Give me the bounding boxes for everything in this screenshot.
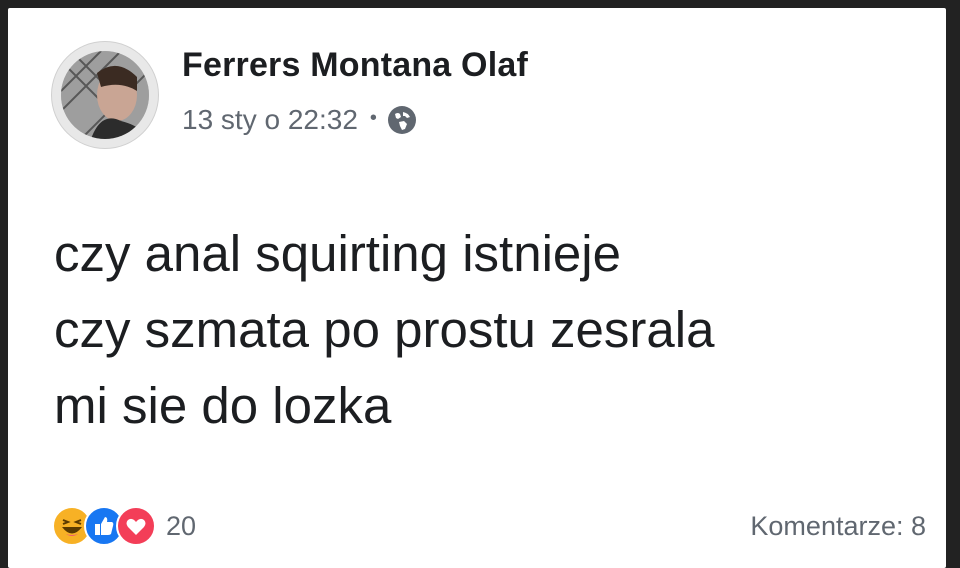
- post-text-line: czy szmata po prostu zesrala: [54, 301, 715, 358]
- post-meta: 13 sty o 22:32 •: [182, 104, 417, 136]
- love-icon: [116, 506, 156, 546]
- post-text-line: mi sie do lozka: [54, 377, 392, 434]
- avatar[interactable]: [52, 42, 158, 148]
- post-card: Ferrers Montana Olaf 13 sty o 22:32 • cz…: [8, 8, 946, 568]
- screenshot-frame: Ferrers Montana Olaf 13 sty o 22:32 • cz…: [0, 0, 960, 568]
- reaction-count: 20: [166, 510, 197, 541]
- post-body: czy anal squirting istnieje czy szmata p…: [54, 216, 934, 444]
- post-timestamp[interactable]: 13 sty o 22:32: [182, 104, 358, 136]
- post-text-line: czy anal squirting istnieje: [54, 225, 621, 282]
- author-name[interactable]: Ferrers Montana Olaf: [182, 46, 528, 85]
- meta-separator: •: [369, 106, 377, 129]
- globe-icon[interactable]: [387, 105, 417, 135]
- comments-count[interactable]: Komentarze: 8: [750, 511, 926, 542]
- profile-photo: [61, 51, 149, 139]
- reactions-summary[interactable]: 20: [52, 506, 196, 546]
- profile-photo-image: [61, 51, 149, 139]
